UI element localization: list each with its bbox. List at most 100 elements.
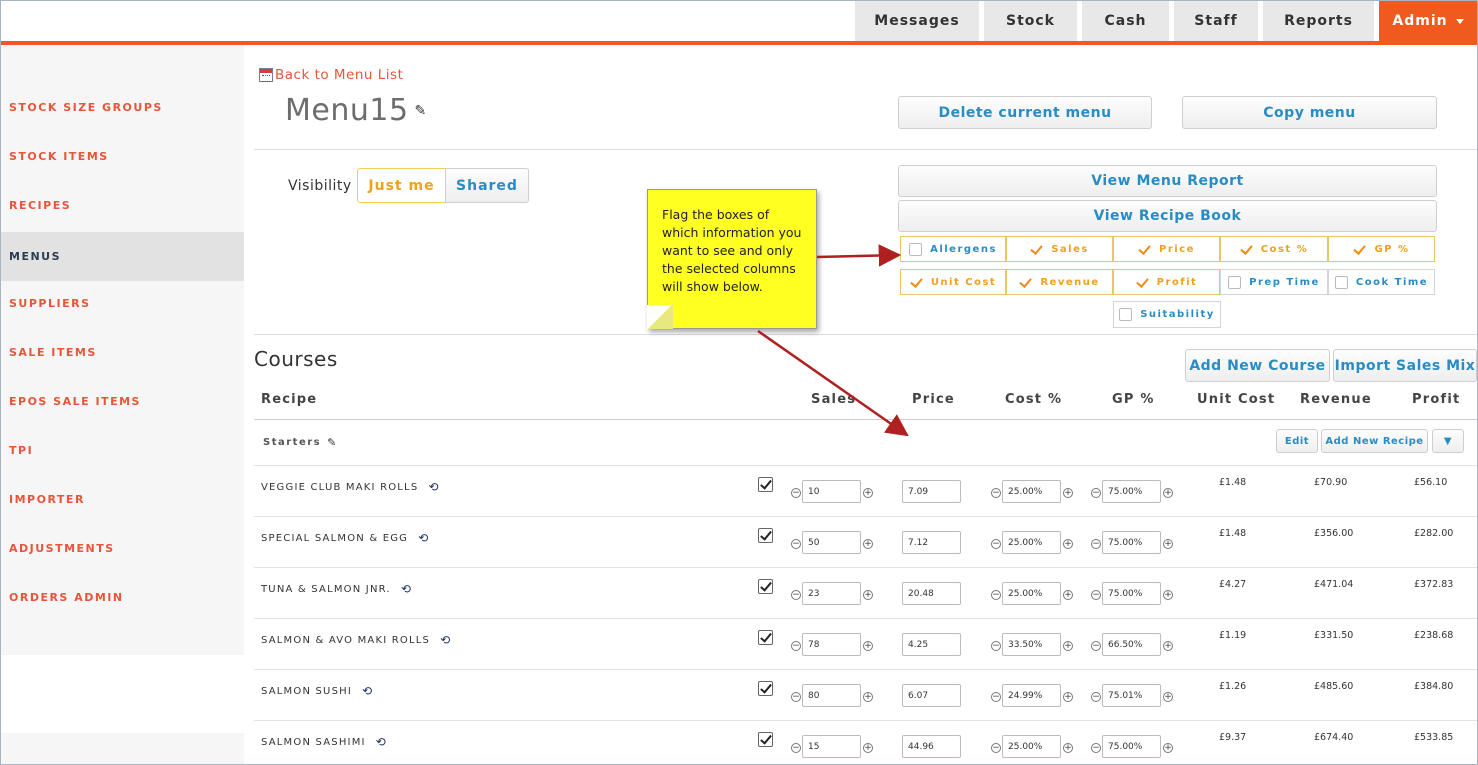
plus-icon[interactable]: +	[1163, 590, 1173, 600]
toggle-price[interactable]: Price	[1113, 236, 1220, 262]
nav-tab-admin[interactable]: Admin	[1378, 1, 1477, 41]
row-checkbox[interactable]	[758, 477, 773, 492]
toggle-cost-pct[interactable]: Cost %	[1220, 236, 1328, 262]
toggle-profit[interactable]: Profit	[1113, 269, 1220, 295]
price-input[interactable]: 7.09	[902, 480, 961, 503]
sidebar-item-adjustments[interactable]: ADJUSTMENTS	[1, 524, 244, 573]
visibility-just-me[interactable]: Just me	[357, 168, 446, 203]
undo-icon[interactable]: ⟲	[362, 684, 373, 698]
plus-icon[interactable]: +	[1063, 743, 1073, 753]
plus-icon[interactable]: +	[1163, 488, 1173, 498]
toggle-cook-time[interactable]: Cook Time	[1328, 269, 1435, 295]
plus-icon[interactable]: +	[1163, 539, 1173, 549]
price-input[interactable]: 6.07	[902, 684, 961, 707]
delete-menu-button[interactable]: Delete current menu	[898, 96, 1152, 129]
sidebar-item-recipes[interactable]: RECIPES	[1, 181, 244, 230]
toggle-allergens[interactable]: Allergens	[900, 236, 1006, 262]
minus-icon[interactable]: −	[1091, 539, 1101, 549]
recipe-name[interactable]: SALMON SUSHI ⟲	[261, 684, 373, 698]
copy-menu-button[interactable]: Copy menu	[1182, 96, 1437, 129]
edit-section-button[interactable]: Edit	[1276, 429, 1318, 453]
row-checkbox[interactable]	[758, 630, 773, 645]
sidebar-item-sale-items[interactable]: SALE ITEMS	[1, 328, 244, 377]
plus-icon[interactable]: +	[1063, 641, 1073, 651]
recipe-name[interactable]: SALMON SASHIMI ⟲	[261, 735, 387, 749]
toggle-unit-cost[interactable]: Unit Cost	[900, 269, 1006, 295]
sidebar-item-importer[interactable]: IMPORTER	[1, 475, 244, 524]
undo-icon[interactable]: ⟲	[376, 735, 387, 749]
cost-pct-input[interactable]: 25.00%	[1002, 531, 1061, 554]
visibility-shared[interactable]: Shared	[445, 168, 529, 203]
price-input[interactable]: 44.96	[902, 735, 961, 758]
gp-pct-input[interactable]: 75.01%	[1102, 684, 1161, 707]
row-checkbox[interactable]	[758, 681, 773, 696]
minus-icon[interactable]: −	[791, 743, 801, 753]
minus-icon[interactable]: −	[791, 539, 801, 549]
add-new-recipe-button[interactable]: Add New Recipe	[1321, 429, 1428, 453]
minus-icon[interactable]: −	[991, 692, 1001, 702]
undo-icon[interactable]: ⟲	[440, 633, 451, 647]
minus-icon[interactable]: −	[791, 692, 801, 702]
gp-pct-input[interactable]: 75.00%	[1102, 480, 1161, 503]
sidebar-item-stock-size-groups[interactable]: STOCK SIZE GROUPS	[1, 83, 244, 132]
sidebar-item-epos-sale-items[interactable]: EPOS SALE ITEMS	[1, 377, 244, 426]
plus-icon[interactable]: +	[1063, 539, 1073, 549]
sales-input[interactable]: 80	[802, 684, 861, 707]
cost-pct-input[interactable]: 25.00%	[1002, 735, 1061, 758]
undo-icon[interactable]: ⟲	[401, 582, 412, 596]
minus-icon[interactable]: −	[991, 641, 1001, 651]
minus-icon[interactable]: −	[991, 743, 1001, 753]
cost-pct-input[interactable]: 24.99%	[1002, 684, 1061, 707]
recipe-name[interactable]: SALMON & AVO MAKI ROLLS ⟲	[261, 633, 451, 647]
sidebar-item-tpi[interactable]: TPI	[1, 426, 244, 475]
toggle-suitability[interactable]: Suitability	[1113, 301, 1221, 328]
cost-pct-input[interactable]: 25.00%	[1002, 582, 1061, 605]
sidebar-item-menus[interactable]: MENUS	[1, 232, 244, 281]
minus-icon[interactable]: −	[1091, 590, 1101, 600]
add-new-course-button[interactable]: Add New Course	[1185, 349, 1330, 382]
pencil-icon[interactable]: ✎	[415, 103, 427, 119]
plus-icon[interactable]: +	[863, 488, 873, 498]
gp-pct-input[interactable]: 75.00%	[1102, 531, 1161, 554]
row-checkbox[interactable]	[758, 579, 773, 594]
price-input[interactable]: 20.48	[902, 582, 961, 605]
sidebar-item-suppliers[interactable]: SUPPLIERS	[1, 279, 244, 328]
nav-tab-messages[interactable]: Messages	[854, 1, 979, 41]
minus-icon[interactable]: −	[991, 539, 1001, 549]
nav-tab-staff[interactable]: Staff	[1173, 1, 1258, 41]
sales-input[interactable]: 23	[802, 582, 861, 605]
plus-icon[interactable]: +	[1163, 641, 1173, 651]
minus-icon[interactable]: −	[1091, 641, 1101, 651]
cost-pct-input[interactable]: 25.00%	[1002, 480, 1061, 503]
minus-icon[interactable]: −	[791, 590, 801, 600]
minus-icon[interactable]: −	[1091, 692, 1101, 702]
sales-input[interactable]: 50	[802, 531, 861, 554]
sales-input[interactable]: 10	[802, 480, 861, 503]
gp-pct-input[interactable]: 75.00%	[1102, 582, 1161, 605]
recipe-name[interactable]: SPECIAL SALMON & EGG ⟲	[261, 531, 429, 545]
price-input[interactable]: 4.25	[902, 633, 961, 656]
plus-icon[interactable]: +	[1063, 590, 1073, 600]
price-input[interactable]: 7.12	[902, 531, 961, 554]
row-checkbox[interactable]	[758, 528, 773, 543]
sales-input[interactable]: 78	[802, 633, 861, 656]
sidebar-item-orders-admin[interactable]: ORDERS ADMIN	[1, 573, 244, 622]
minus-icon[interactable]: −	[791, 488, 801, 498]
nav-tab-stock[interactable]: Stock	[983, 1, 1077, 41]
view-recipe-book-button[interactable]: View Recipe Book	[898, 200, 1437, 232]
plus-icon[interactable]: +	[1163, 692, 1173, 702]
sidebar-item-stock-items[interactable]: STOCK ITEMS	[1, 132, 244, 181]
plus-icon[interactable]: +	[863, 590, 873, 600]
minus-icon[interactable]: −	[1091, 488, 1101, 498]
section-dropdown-button[interactable]: ▼	[1432, 429, 1464, 453]
plus-icon[interactable]: +	[863, 743, 873, 753]
plus-icon[interactable]: +	[1163, 743, 1173, 753]
minus-icon[interactable]: −	[991, 590, 1001, 600]
recipe-name[interactable]: TUNA & SALMON JNR. ⟲	[261, 582, 412, 596]
toggle-prep-time[interactable]: Prep Time	[1220, 269, 1328, 295]
back-to-menu-list-link[interactable]: Back to Menu List	[259, 67, 403, 83]
row-checkbox[interactable]	[758, 732, 773, 747]
sales-input[interactable]: 15	[802, 735, 861, 758]
undo-icon[interactable]: ⟲	[428, 480, 439, 494]
toggle-revenue[interactable]: Revenue	[1006, 269, 1113, 295]
